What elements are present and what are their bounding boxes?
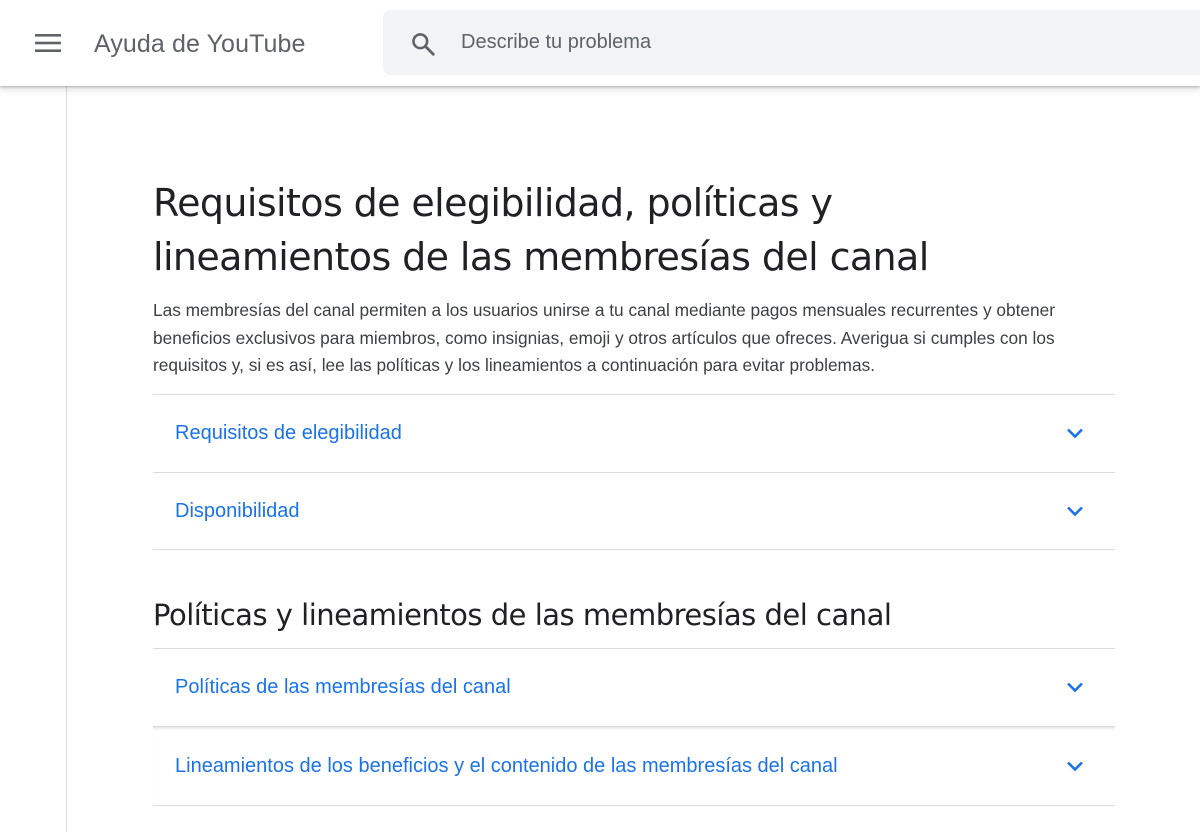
accordion-item-disponibilidad[interactable]: Disponibilidad [153,472,1115,550]
accordion-item-lineamientos[interactable]: Lineamientos de los beneficios y el cont… [153,726,1115,806]
hamburger-menu-icon[interactable] [24,19,72,67]
chevron-down-icon[interactable] [1063,754,1087,778]
accordion-item-requisitos[interactable]: Requisitos de elegibilidad [153,394,1115,472]
chevron-down-icon[interactable] [1063,675,1087,699]
page-title: Requisitos de elegibilidad, políticas y … [153,181,929,279]
article-intro: Las membresías del canal permiten a los … [153,300,1055,375]
accordion-item-politicas[interactable]: Políticas de las membresías del canal [153,648,1115,726]
search-box[interactable] [383,10,1200,75]
app-title[interactable]: Ayuda de YouTube [94,28,306,60]
section-heading-policies: Políticas y lineamientos de las membresí… [153,598,892,632]
accordion-item-label[interactable]: Lineamientos de los beneficios y el cont… [175,727,838,805]
top-app-bar: Ayuda de YouTube [0,0,1200,86]
search-icon[interactable] [409,30,437,58]
policies-accordion: Políticas de las membresías del canal Li… [153,648,1115,806]
accordion-item-label[interactable]: Disponibilidad [175,473,300,549]
accordion-item-label[interactable]: Políticas de las membresías del canal [175,649,511,725]
accordion-item-label[interactable]: Requisitos de elegibilidad [175,395,402,471]
chevron-down-icon[interactable] [1063,421,1087,445]
search-input[interactable] [461,24,1161,60]
chevron-down-icon[interactable] [1063,499,1087,523]
eligibility-accordion: Requisitos de elegibilidad Disponibilida… [153,394,1115,550]
